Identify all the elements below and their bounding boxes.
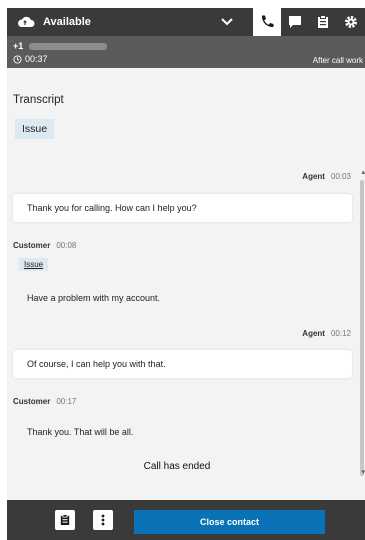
- issue-tag[interactable]: Issue: [19, 258, 49, 271]
- speaker-name: Customer: [13, 241, 51, 250]
- contact-state: After call work: [312, 56, 363, 65]
- clock-icon: [13, 54, 22, 64]
- message-time: 00:08: [56, 241, 77, 250]
- chevron-down-icon[interactable]: [221, 17, 233, 27]
- scroll-down-arrow[interactable]: ▾: [361, 468, 365, 476]
- status-dropdown[interactable]: Available: [17, 16, 91, 28]
- cloud-icon: [18, 16, 35, 27]
- footer-bar: Close contact: [7, 500, 365, 540]
- message-meta: Agent 00:12: [302, 329, 351, 338]
- agent-message-bubble: Of course, I can help you with that.: [13, 350, 352, 378]
- message-meta: Customer 00:17: [13, 397, 76, 406]
- gear-icon: [345, 16, 357, 28]
- tab-phone[interactable]: [253, 8, 281, 36]
- clipboard-button[interactable]: [55, 510, 75, 530]
- message-time: 00:12: [330, 329, 351, 338]
- timer-value: 00:37: [25, 54, 48, 64]
- contact-info-bar: +1 00:37 After call work: [7, 36, 365, 68]
- speaker-name: Agent: [302, 329, 325, 338]
- message-time: 00:03: [330, 172, 351, 181]
- tab-chat[interactable]: [281, 8, 309, 36]
- transcript-title: Transcript: [13, 94, 64, 106]
- speaker-name: Customer: [13, 397, 51, 406]
- redacted-number: [29, 43, 108, 51]
- phone-prefix: +1: [13, 41, 24, 51]
- issue-chip[interactable]: Issue: [15, 119, 55, 139]
- tab-tasks[interactable]: [309, 8, 337, 36]
- top-bar: Available: [7, 8, 365, 36]
- tab-settings[interactable]: [337, 8, 365, 36]
- chat-icon: [289, 16, 301, 28]
- message-meta: Customer 00:08: [13, 241, 76, 250]
- transcript-panel[interactable]: Transcript Issue Agent 00:03 Thank you fo…: [7, 68, 365, 500]
- status-label: Available: [43, 16, 91, 28]
- message-time: 00:17: [56, 397, 77, 406]
- phone-icon: [261, 15, 274, 28]
- customer-message-text: Have a problem with my account.: [27, 293, 161, 303]
- clipboard-icon: [318, 15, 328, 28]
- tab-bar: [253, 8, 365, 36]
- scrollbar[interactable]: [360, 180, 364, 476]
- more-vertical-icon: [101, 514, 105, 526]
- agent-message-bubble: Thank you for calling. How can I help yo…: [13, 194, 352, 222]
- phone-number: +1: [13, 41, 108, 51]
- close-contact-button[interactable]: Close contact: [134, 510, 325, 534]
- clipboard-icon: [60, 514, 70, 525]
- scroll-up-arrow[interactable]: ▴: [361, 168, 365, 176]
- customer-message-text: Thank you. That will be all.: [27, 427, 134, 437]
- message-meta: Agent 00:03: [302, 172, 351, 181]
- call-ended-label: Call has ended: [143, 461, 211, 472]
- call-timer: 00:37: [13, 54, 48, 64]
- speaker-name: Agent: [302, 172, 325, 181]
- more-options-button[interactable]: [93, 510, 113, 530]
